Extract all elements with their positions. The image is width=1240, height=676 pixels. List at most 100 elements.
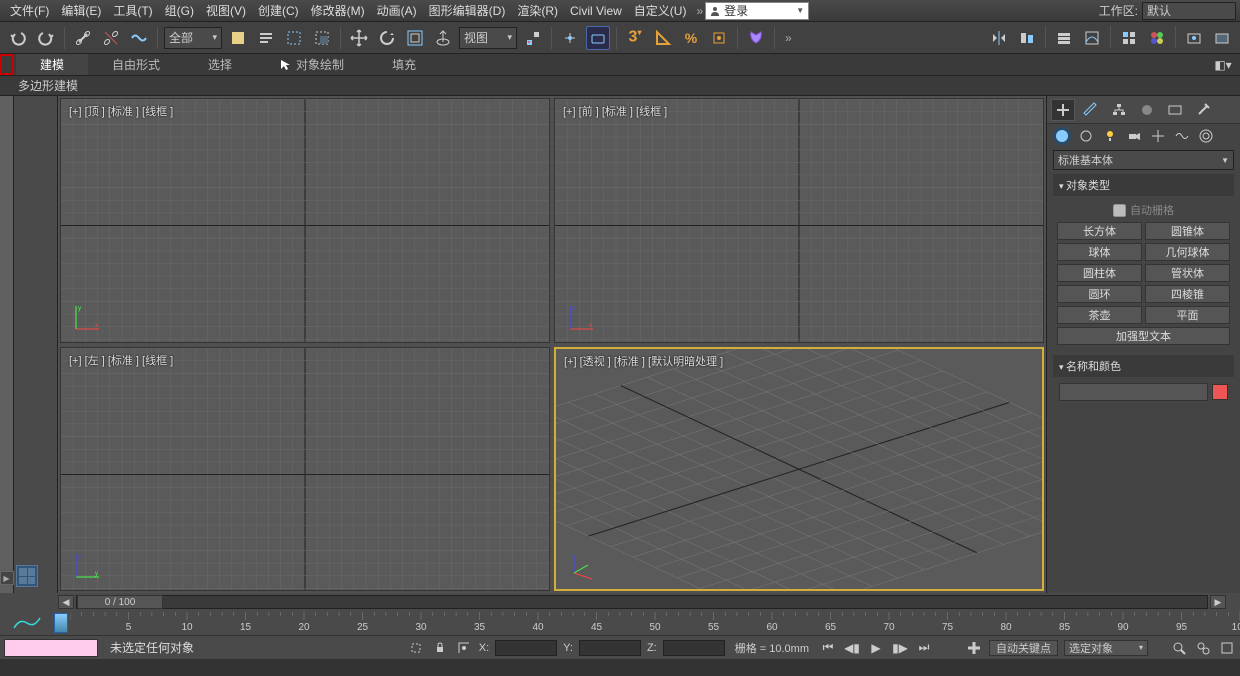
tab-modeling[interactable]: 建模 [16,54,88,75]
tab-objectpaint[interactable]: 对象绘制 [256,54,368,75]
goto-start-icon[interactable]: ⏮ [819,639,837,657]
viewport-perspective[interactable]: [+] [透视 ] [标准 ] [默认明暗处理 ] [554,347,1044,592]
spacewarps-cat-icon[interactable] [1173,127,1191,145]
helpers-cat-icon[interactable] [1149,127,1167,145]
login-box[interactable]: 登录 ▼ [705,2,809,20]
menu-tools[interactable]: 工具(T) [107,2,158,19]
lights-cat-icon[interactable] [1101,127,1119,145]
plane-button[interactable]: 平面 [1145,306,1230,324]
bind-spacewarp-icon[interactable] [127,26,151,50]
time-slider-track[interactable]: 0 / 100 [76,595,1208,609]
torus-button[interactable]: 圆环 [1057,285,1142,303]
key-mode-icon[interactable] [965,639,983,657]
menu-overflow[interactable]: » [696,4,703,18]
tab-selection[interactable]: 选择 [184,54,256,75]
rotate-icon[interactable] [375,26,399,50]
percent-snap-icon[interactable]: % [679,26,703,50]
menu-modifiers[interactable]: 修改器(M) [305,2,371,19]
angle-snap-icon[interactable] [651,26,675,50]
zoom-extents-icon[interactable] [1218,639,1236,657]
schematic-view-icon[interactable] [1117,26,1141,50]
viewport-layout-icon[interactable] [16,565,38,587]
rollout-objtype-header[interactable]: 对象类型 [1053,174,1234,196]
modify-tab-icon[interactable] [1079,99,1103,121]
menu-create[interactable]: 创建(C) [252,2,305,19]
scale-icon[interactable] [403,26,427,50]
select-region-icon[interactable] [282,26,306,50]
menu-group[interactable]: 组(G) [159,2,200,19]
redo-icon[interactable] [34,26,58,50]
mirror-icon[interactable] [987,26,1011,50]
viewport-perspective-label[interactable]: [+] [透视 ] [标准 ] [默认明暗处理 ] [564,353,723,369]
object-color-swatch[interactable] [1212,384,1228,400]
menu-customize[interactable]: 自定义(U) [628,2,693,19]
menu-civilview[interactable]: Civil View [564,4,628,18]
maxscript-listener[interactable] [4,639,98,657]
render-frame-icon[interactable] [1210,26,1234,50]
manipulate-icon[interactable] [558,26,582,50]
undo-icon[interactable] [6,26,30,50]
snap-toggle-icon[interactable]: 3▾ [623,26,647,50]
cylinder-button[interactable]: 圆柱体 [1057,264,1142,282]
motion-tab-icon[interactable] [1135,99,1159,121]
timeline-ruler[interactable]: 5101520253035404550556065707580859095100 [70,612,1240,634]
viewport-front[interactable]: [+] [前 ] [标准 ] [线框 ] xz [554,98,1044,343]
placement-icon[interactable] [431,26,455,50]
selection-lock-icon[interactable] [407,639,425,657]
sphere-button[interactable]: 球体 [1057,243,1142,261]
abs-rel-icon[interactable] [455,639,473,657]
shapes-cat-icon[interactable] [1077,127,1095,145]
geometry-cat-icon[interactable] [1053,127,1071,145]
cameras-cat-icon[interactable] [1125,127,1143,145]
key-filter-combo[interactable]: 选定对象 [1064,640,1148,656]
workspace-combo[interactable]: 默认 [1142,2,1236,20]
menu-render[interactable]: 渲染(R) [511,2,564,19]
viewport-left[interactable]: [+] [左 ] [标准 ] [线框 ] yz [60,347,550,592]
viewport-top-label[interactable]: [+] [顶 ] [标准 ] [线框 ] [69,103,173,119]
zoom-icon[interactable] [1170,639,1188,657]
timeline-current-marker[interactable] [54,613,68,633]
hierarchy-tab-icon[interactable] [1107,99,1131,121]
x-coord-input[interactable] [495,640,557,656]
material-editor-icon[interactable] [1145,26,1169,50]
named-selection-icon[interactable] [744,26,768,50]
cone-button[interactable]: 圆锥体 [1145,222,1230,240]
time-next-icon[interactable]: ▶ [1210,595,1226,609]
time-prev-icon[interactable]: ◀ [58,595,74,609]
teapot-button[interactable]: 茶壶 [1057,306,1142,324]
keyboard-shortcut-icon[interactable] [586,26,610,50]
rollout-namecolor-header[interactable]: 名称和颜色 [1053,355,1234,377]
spinner-snap-icon[interactable] [707,26,731,50]
utilities-tab-icon[interactable] [1191,99,1215,121]
window-crossing-icon[interactable] [310,26,334,50]
curve-editor-icon[interactable] [1080,26,1104,50]
selection-filter-combo[interactable]: 全部 [164,27,222,49]
box-button[interactable]: 长方体 [1057,222,1142,240]
prev-frame-icon[interactable]: ◀▮ [843,639,861,657]
menu-grapheditors[interactable]: 图形编辑器(D) [423,2,512,19]
menu-view[interactable]: 视图(V) [200,2,252,19]
layer-explorer-icon[interactable] [1052,26,1076,50]
y-coord-input[interactable] [579,640,641,656]
move-icon[interactable] [347,26,371,50]
viewport-left-label[interactable]: [+] [左 ] [标准 ] [线框 ] [69,352,173,368]
pyramid-button[interactable]: 四棱锥 [1145,285,1230,303]
link-icon[interactable] [71,26,95,50]
render-setup-icon[interactable] [1182,26,1206,50]
autogrid-checkbox[interactable] [1113,204,1126,217]
use-pivot-icon[interactable] [521,26,545,50]
unlink-icon[interactable] [99,26,123,50]
select-by-name-icon[interactable] [254,26,278,50]
tab-populate[interactable]: 填充 [368,54,440,75]
time-slider-handle[interactable]: 0 / 100 [77,595,163,609]
menu-edit[interactable]: 编辑(E) [55,2,107,19]
next-frame-icon[interactable]: ▮▶ [891,639,909,657]
geosphere-button[interactable]: 几何球体 [1145,243,1230,261]
z-coord-input[interactable] [663,640,725,656]
toolbar-overflow[interactable]: » [785,31,792,45]
autokey-button[interactable]: 自动关键点 [989,640,1058,656]
align-icon[interactable] [1015,26,1039,50]
systems-cat-icon[interactable] [1197,127,1215,145]
goto-end-icon[interactable]: ⏭ [915,639,933,657]
select-object-icon[interactable] [226,26,250,50]
